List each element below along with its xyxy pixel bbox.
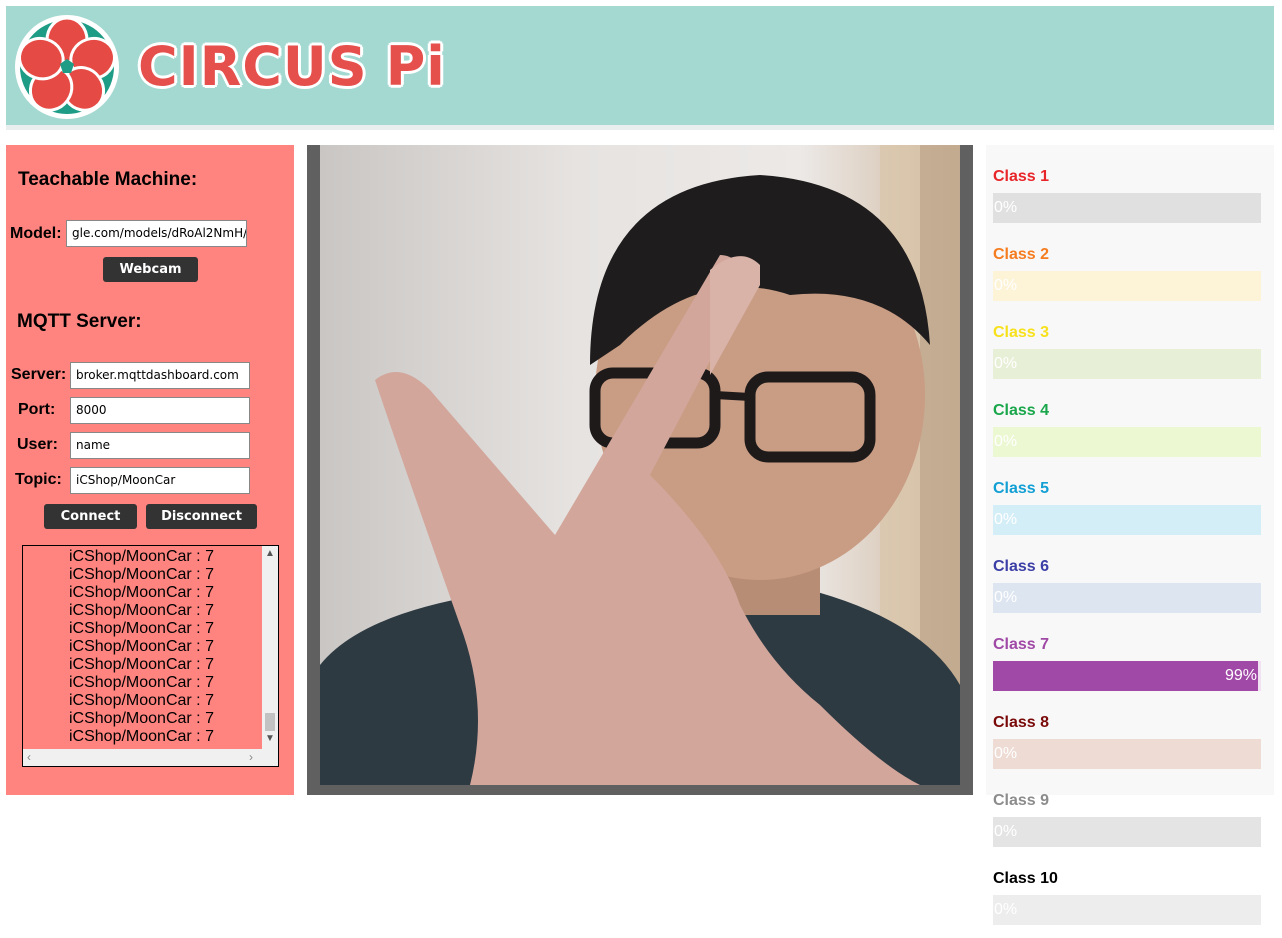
class-percent-6: 0% [994, 589, 1018, 606]
model-url-input[interactable]: gle.com/models/dRoAl2NmH/ [66, 220, 247, 247]
class-label-4: Class 4 [993, 402, 1050, 419]
class-percent-8: 0% [994, 745, 1018, 762]
topic-label: Topic: [15, 471, 62, 488]
log-line: iCShop/MoonCar : 7 [69, 566, 214, 583]
class-progress-bar-3: 0% [993, 349, 1261, 379]
predictions-panel [986, 145, 1274, 795]
app-logo-title: CIRCUS Pi [138, 32, 446, 102]
scroll-up-icon[interactable]: ▲ [262, 548, 278, 559]
scroll-down-icon[interactable]: ▼ [262, 733, 278, 744]
app-header: CIRCUS Pi [6, 6, 1274, 130]
class-percent-10: 0% [994, 901, 1018, 918]
class-progress-fill-7 [993, 661, 1259, 691]
scroll-right-icon[interactable]: › [249, 750, 253, 764]
class-label-3: Class 3 [993, 324, 1050, 341]
webcam-image [320, 145, 960, 785]
class-label-6: Class 6 [993, 558, 1050, 575]
log-line: iCShop/MoonCar : 7 [69, 692, 214, 709]
class-progress-bar-6: 0% [993, 583, 1261, 613]
class-label-1: Class 1 [993, 168, 1050, 185]
port-input[interactable]: 8000 [70, 397, 250, 424]
webcam-button[interactable]: Webcam [103, 257, 198, 282]
class-percent-2: 0% [994, 277, 1018, 294]
class-label-2: Class 2 [993, 246, 1050, 263]
class-label-8: Class 8 [993, 714, 1050, 731]
log-line: iCShop/MoonCar : 7 [69, 656, 214, 673]
scroll-thumb[interactable] [265, 713, 275, 731]
class-progress-bar-2: 0% [993, 271, 1261, 301]
disconnect-button[interactable]: Disconnect [146, 504, 257, 529]
class-percent-1: 0% [994, 199, 1018, 216]
class-label-9: Class 9 [993, 792, 1050, 809]
webcam-feed [320, 145, 960, 785]
topic-input[interactable]: iCShop/MoonCar [70, 467, 250, 494]
mqtt-server-title: MQTT Server: [17, 311, 142, 332]
user-input[interactable]: name [70, 432, 250, 459]
class-percent-3: 0% [994, 355, 1018, 372]
log-line: iCShop/MoonCar : 7 [69, 728, 214, 745]
user-label: User: [17, 436, 58, 453]
logo-text-main: CIRCUS [138, 35, 368, 98]
class-progress-bar-10: 0% [993, 895, 1261, 925]
class-progress-bar-4: 0% [993, 427, 1261, 457]
log-vertical-scrollbar[interactable]: ▲ ▼ [262, 546, 278, 749]
connect-button[interactable]: Connect [44, 504, 137, 529]
server-label: Server: [11, 366, 67, 383]
class-progress-bar-7: 99% [993, 661, 1261, 691]
log-line: iCShop/MoonCar : 7 [69, 710, 214, 727]
model-label: Model: [10, 225, 62, 242]
log-horizontal-scrollbar[interactable]: ‹ › [23, 749, 278, 766]
logo-text-pi: Pi [385, 35, 446, 98]
class-progress-bar-5: 0% [993, 505, 1261, 535]
log-line: iCShop/MoonCar : 7 [69, 620, 214, 637]
class-percent-9: 0% [994, 823, 1018, 840]
teachable-machine-title: Teachable Machine: [18, 169, 198, 190]
log-line: iCShop/MoonCar : 7 [69, 638, 214, 655]
message-log-lines: iCShop/MoonCar : 7 iCShop/MoonCar : 7 iCSh… [69, 548, 214, 746]
webcam-frame [307, 145, 973, 795]
log-line: iCShop/MoonCar : 7 [69, 674, 214, 691]
class-progress-bar-8: 0% [993, 739, 1261, 769]
log-line: iCShop/MoonCar : 7 [69, 584, 214, 601]
class-label-10: Class 10 [993, 870, 1058, 887]
class-progress-bar-9: 0% [993, 817, 1261, 847]
log-line: iCShop/MoonCar : 7 [69, 548, 214, 565]
control-panel: Teachable Machine: Model: gle.com/models… [6, 145, 294, 795]
class-percent-7: 99% [1224, 667, 1257, 684]
circus-pi-logo-icon [15, 15, 119, 119]
message-log[interactable]: iCShop/MoonCar : 7 iCShop/MoonCar : 7 iCSh… [22, 545, 279, 767]
server-input[interactable]: broker.mqttdashboard.com [70, 362, 250, 389]
scroll-left-icon[interactable]: ‹ [27, 750, 31, 764]
class-percent-5: 0% [994, 511, 1018, 528]
class-progress-bar-1: 0% [993, 193, 1261, 223]
log-line: iCShop/MoonCar : 7 [69, 602, 214, 619]
class-label-7: Class 7 [993, 636, 1050, 653]
port-label: Port: [18, 401, 56, 418]
class-percent-4: 0% [994, 433, 1018, 450]
class-label-5: Class 5 [993, 480, 1050, 497]
